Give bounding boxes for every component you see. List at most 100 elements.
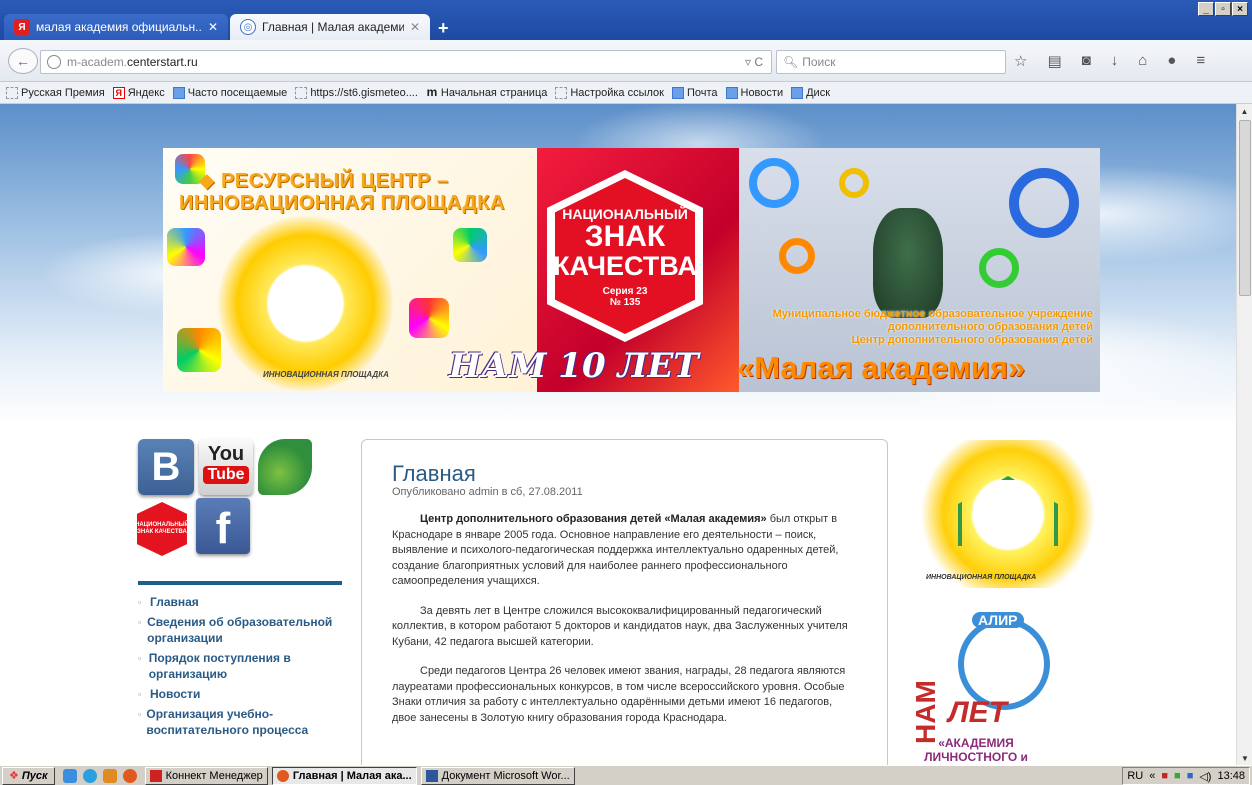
sidebar-item-news[interactable]: ▫ Новости bbox=[138, 686, 348, 702]
browser-titlebar: Я малая академия официальн... ✕ ◎ Главна… bbox=[0, 0, 1252, 40]
window-controls: _ ▫ × bbox=[1198, 2, 1248, 16]
page-icon bbox=[555, 86, 568, 99]
new-tab-button[interactable]: + bbox=[438, 18, 449, 39]
youtube-icon[interactable]: You Tube bbox=[199, 439, 253, 495]
sun-caption: ИННОВАЦИОННАЯ ПЛОЩАДКА bbox=[263, 370, 389, 379]
search-input[interactable]: 🔍︎ Поиск bbox=[776, 50, 1006, 74]
chat-icon[interactable]: ● bbox=[1167, 52, 1176, 70]
bookmark-frequent[interactable]: Часто посещаемые bbox=[172, 86, 287, 99]
task-browser[interactable]: Главная | Малая ака... bbox=[271, 766, 417, 785]
download-icon[interactable]: ↓ bbox=[1111, 52, 1119, 70]
bookmark-news[interactable]: Новости bbox=[725, 86, 783, 99]
close-tab-icon[interactable]: ✕ bbox=[410, 20, 420, 34]
task-word-document[interactable]: Документ Microsoft Wor... bbox=[420, 766, 575, 785]
star-icon[interactable]: ☆ bbox=[1014, 52, 1027, 70]
bookmark-mail[interactable]: Почта bbox=[671, 86, 718, 99]
anniversary-text: НАМ 10 ЛЕТ bbox=[449, 346, 699, 386]
restore-button[interactable]: ▫ bbox=[1215, 2, 1231, 16]
bookmark-disk[interactable]: Диск bbox=[791, 86, 830, 99]
home-icon[interactable]: ⌂ bbox=[1138, 52, 1147, 70]
firefox-icon[interactable] bbox=[122, 768, 137, 783]
news-icon bbox=[725, 86, 738, 99]
word-icon bbox=[425, 769, 438, 782]
page-viewport: ◆ РЕСУРСНЫЙ ЦЕНТР – ИННОВАЦИОННАЯ ПЛОЩАД… bbox=[0, 104, 1236, 765]
language-indicator[interactable]: RU bbox=[1127, 770, 1143, 782]
sidebar-item-education-process[interactable]: ▫ Организация учебно-воспитательного проц… bbox=[138, 706, 348, 738]
menu-icon[interactable]: ≡ bbox=[1196, 52, 1205, 70]
sidebar-menu: ▫ Главная ▫ Сведения об образовательной ор… bbox=[138, 594, 348, 742]
address-bar[interactable]: m-academ.centerstart.ru ▿ C bbox=[40, 50, 772, 74]
volume-icon[interactable]: ◁) bbox=[1199, 770, 1211, 783]
institution-name: «Малая академия» bbox=[737, 350, 1026, 385]
media-icon[interactable] bbox=[102, 768, 117, 783]
facebook-icon[interactable]: f bbox=[196, 498, 250, 554]
scroll-thumb[interactable] bbox=[1239, 120, 1251, 296]
tab-main-page[interactable]: ◎ Главная | Малая академия ✕ bbox=[230, 14, 430, 40]
sidebar-item-organization-info[interactable]: ▫ Сведения об образовательной организации bbox=[138, 614, 348, 646]
back-arrow-icon: ← bbox=[16, 53, 30, 69]
star-folder-icon bbox=[172, 86, 185, 99]
reload-icon[interactable]: ▿ C bbox=[745, 55, 763, 69]
pocket-icon[interactable]: ◙ bbox=[1082, 52, 1091, 70]
sidebar-item-home[interactable]: ▫ Главная bbox=[138, 594, 348, 610]
clock[interactable]: 13:48 bbox=[1217, 770, 1245, 782]
system-tray: RU « ■ ■ ■ ◁) 13:48 bbox=[1122, 767, 1250, 785]
academy-caption: «АКАДЕМИЯ ЛИЧНОСТНОГО и ИНТЕЛЛЕКТУАЛЬНОГ… bbox=[907, 736, 1046, 765]
ie-icon[interactable] bbox=[82, 768, 97, 783]
folder-icon bbox=[6, 86, 18, 99]
decor-bubble bbox=[167, 228, 205, 266]
site-banner[interactable]: ◆ РЕСУРСНЫЙ ЦЕНТР – ИННОВАЦИОННАЯ ПЛОЩАД… bbox=[163, 148, 1100, 392]
tray-icon[interactable]: ■ bbox=[1174, 770, 1181, 782]
close-tab-icon[interactable]: ✕ bbox=[208, 20, 218, 34]
close-window-button[interactable]: × bbox=[1232, 2, 1248, 16]
search-icon: 🔍︎ bbox=[783, 55, 799, 69]
bookmark-gismeteo[interactable]: https://st6.gismeteo.... bbox=[295, 86, 418, 99]
tray-icon[interactable]: ■ bbox=[1161, 770, 1168, 782]
desktop-icon[interactable] bbox=[62, 768, 77, 783]
back-button[interactable]: ← bbox=[8, 48, 38, 74]
tab-yandex-search[interactable]: Я малая академия официальн... ✕ bbox=[4, 14, 228, 40]
nam-text: НАМ bbox=[910, 680, 941, 744]
quality-badge-icon[interactable]: НАЦИОНАЛЬНЫЙ ЗНАК КАЧЕСТВА bbox=[137, 502, 187, 556]
vk-icon[interactable]: B bbox=[138, 439, 194, 495]
banner-title: ◆ РЕСУРСНЫЙ ЦЕНТР – ИННОВАЦИОННАЯ ПЛОЩАД… bbox=[179, 170, 505, 214]
disk-icon bbox=[791, 86, 804, 99]
decor-bubble bbox=[177, 328, 221, 372]
task-connect-manager[interactable]: Коннект Менеджер bbox=[144, 766, 268, 785]
sun-logo bbox=[218, 216, 393, 391]
bookmark-russkaya-premiya[interactable]: Русская Премия bbox=[6, 86, 105, 99]
decor-bubble bbox=[409, 298, 449, 338]
mail-icon bbox=[671, 86, 684, 99]
m-icon: m bbox=[426, 84, 438, 99]
alir-label: АЛИР bbox=[972, 612, 1024, 628]
sidebar-item-admission[interactable]: ▫ Порядок поступления в организацию bbox=[138, 650, 348, 682]
yandex-icon: Я bbox=[112, 86, 125, 99]
tab-title: малая академия официальн... bbox=[36, 20, 202, 34]
reading-list-icon[interactable]: ▤ bbox=[1047, 52, 1061, 70]
tray-icon[interactable]: ■ bbox=[1187, 770, 1194, 782]
leaf-logo-icon[interactable] bbox=[258, 439, 312, 495]
bookmark-yandex[interactable]: Я Яндекс bbox=[112, 86, 165, 99]
badge-line2: ЗНАК bbox=[584, 220, 666, 253]
bookmark-home-page[interactable]: m Начальная страница bbox=[426, 84, 548, 99]
scroll-down-icon[interactable]: ▼ bbox=[1237, 751, 1252, 765]
vertical-scrollbar[interactable]: ▲ ▼ bbox=[1236, 104, 1252, 765]
firefox-icon bbox=[276, 769, 289, 782]
sun-caption: ИННОВАЦИОННАЯ ПЛОЩАДКА bbox=[926, 574, 1037, 581]
start-button[interactable]: ❖ Пуск bbox=[2, 766, 55, 785]
windows-taskbar: ❖ Пуск Коннект Менеджер Главная | Малая а… bbox=[0, 765, 1252, 785]
bullet-icon: ▫ bbox=[138, 709, 142, 719]
bookmark-link-settings[interactable]: Настройка ссылок bbox=[555, 86, 664, 99]
bullet-icon: ▫ bbox=[138, 617, 142, 627]
page-title: Главная bbox=[392, 461, 476, 486]
let-text: ЛЕТ bbox=[948, 696, 1007, 729]
bullet-icon: ▫ bbox=[138, 689, 142, 699]
tray-expand-icon[interactable]: « bbox=[1149, 770, 1155, 782]
minimize-button[interactable]: _ bbox=[1198, 2, 1214, 16]
institution-text: Муниципальное бюджетное образовательное … bbox=[772, 308, 1093, 346]
badge-number: № 135 bbox=[609, 297, 641, 308]
badge-line3: КАЧЕСТВА bbox=[553, 251, 697, 281]
article-paragraph: Среди педагогов Центра 26 человек имеют … bbox=[392, 665, 846, 724]
scroll-up-icon[interactable]: ▲ bbox=[1237, 104, 1252, 118]
sidebar-divider bbox=[138, 581, 342, 585]
